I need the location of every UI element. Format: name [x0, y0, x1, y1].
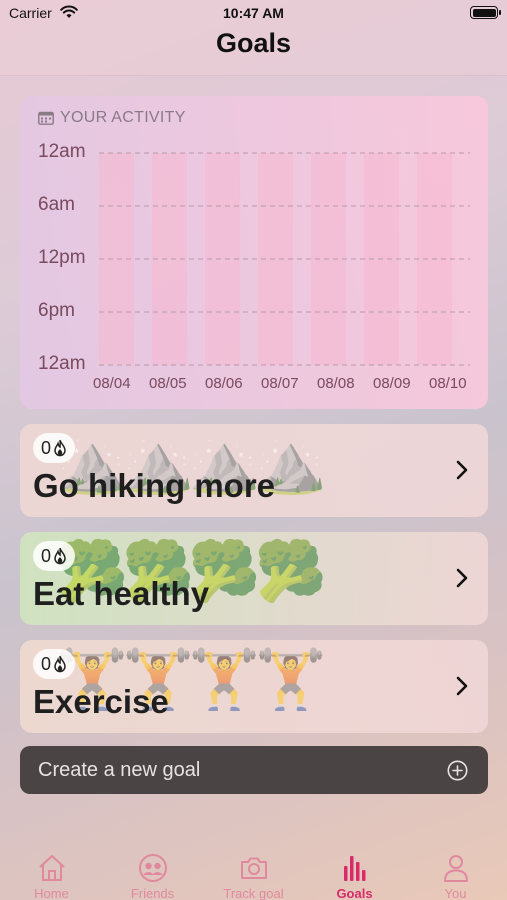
friends-icon	[138, 854, 167, 882]
streak-count: 0	[41, 653, 52, 674]
activity-header: YOUR ACTIVITY	[38, 109, 186, 127]
x-axis-label: 08/10	[429, 375, 467, 392]
person-icon	[443, 855, 468, 882]
create-goal-label: Create a new goal	[38, 759, 201, 781]
tab-friends[interactable]: Friends	[102, 848, 203, 900]
goal-card-exercise[interactable]: 🏋️🏋️🏋️🏋️ 0 Exercise	[20, 640, 488, 733]
camera-icon	[240, 857, 267, 879]
tab-label: Home	[34, 886, 69, 900]
flame-icon	[54, 655, 66, 673]
chevron-right-icon	[456, 676, 468, 696]
x-axis-label: 08/05	[149, 375, 187, 392]
y-axis-label: 12pm	[38, 247, 86, 268]
status-bar: Carrier 10:47 AM	[0, 0, 507, 28]
goal-title: Exercise	[33, 683, 169, 720]
goal-title: Go hiking more	[33, 467, 276, 504]
create-goal-button[interactable]: Create a new goal	[20, 746, 488, 794]
chevron-right-icon	[456, 568, 468, 588]
y-axis-label: 12am	[38, 141, 86, 162]
tab-home[interactable]: Home	[1, 848, 102, 900]
tab-label: Goals	[336, 886, 373, 900]
streak-count: 0	[41, 437, 52, 458]
streak-counter: 0	[33, 649, 76, 679]
tab-bar: Home Friends Track goal Goals You	[0, 848, 507, 900]
clock: 10:47 AM	[223, 5, 284, 21]
x-axis-label: 08/04	[93, 375, 131, 392]
goal-title: Eat healthy	[33, 575, 210, 612]
x-axis-label: 08/07	[261, 375, 299, 392]
plus-circle-icon	[447, 760, 468, 781]
flame-icon	[54, 439, 66, 457]
battery-icon	[470, 6, 501, 19]
streak-count: 0	[41, 545, 52, 566]
tab-label: Friends	[130, 886, 175, 900]
y-axis-label: 6pm	[38, 300, 75, 321]
tab-you[interactable]: You	[405, 848, 506, 900]
page-title: Goals	[215, 28, 292, 58]
activity-chart	[99, 152, 470, 366]
bar-chart-icon	[343, 856, 365, 881]
activity-title: YOUR ACTIVITY	[60, 109, 186, 126]
streak-counter: 0	[33, 541, 76, 571]
flame-icon	[54, 547, 66, 565]
x-axis-label: 08/08	[317, 375, 355, 392]
x-axis-label: 08/06	[205, 375, 243, 392]
home-icon	[38, 855, 65, 881]
x-axis-label: 08/09	[373, 375, 411, 392]
calendar-icon	[38, 111, 54, 125]
y-axis-label: 12am	[38, 353, 86, 374]
tab-label: Track goal	[223, 886, 284, 900]
chevron-right-icon	[456, 460, 468, 480]
tab-track-goal[interactable]: Track goal	[203, 848, 304, 900]
y-axis-label: 6am	[38, 194, 75, 215]
goal-card-go-hiking-more[interactable]: ⛰️⛰️⛰️⛰️ 0 Go hiking more	[20, 424, 488, 517]
goal-card-eat-healthy[interactable]: 🥦🥦🥦🥦 0 Eat healthy	[20, 532, 488, 625]
tab-label: You	[444, 886, 467, 900]
streak-counter: 0	[33, 433, 76, 463]
tab-goals[interactable]: Goals	[304, 848, 405, 900]
activity-card: YOUR ACTIVITY 12am 6am 12pm 6pm 12am 08/…	[20, 96, 488, 409]
